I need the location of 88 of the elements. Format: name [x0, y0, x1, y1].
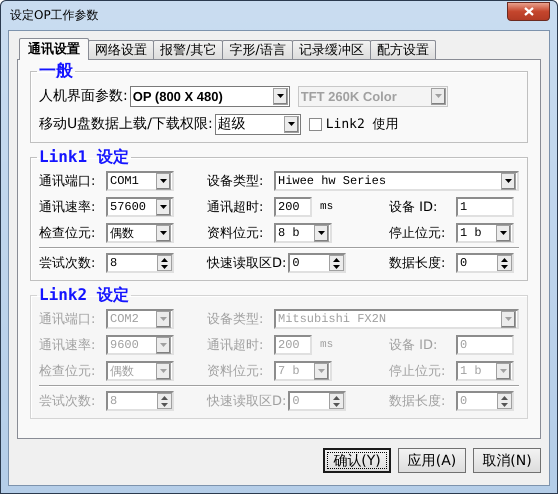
field-label: 通讯端口: [39, 311, 96, 328]
spin-button[interactable] [329, 255, 344, 271]
caret-icon [500, 231, 507, 235]
group-title: Link2 设定 [38, 286, 130, 304]
spin-field[interactable]: 0 [456, 253, 514, 273]
field-label: 停止位元: [389, 225, 446, 242]
caret-icon [160, 369, 167, 373]
spin-button[interactable] [497, 255, 512, 271]
caret-icon [276, 94, 284, 98]
dropdown-button[interactable] [156, 172, 171, 190]
tab[interactable]: 报警/其它 [153, 40, 224, 59]
field-label: 设备 ID: [389, 337, 438, 354]
dropdown[interactable]: 8 b [274, 223, 332, 243]
dropdown[interactable]: 超级 [214, 114, 301, 134]
up-down-arrows-icon [161, 396, 168, 406]
dropdown-button[interactable] [501, 172, 516, 190]
tab[interactable]: 字形/语言 [222, 40, 293, 59]
caret-icon [318, 231, 325, 235]
close-button[interactable] [507, 2, 550, 21]
caret-icon [160, 231, 167, 235]
field-label: 通讯端口: [39, 173, 96, 190]
up-down-arrows-icon [333, 396, 340, 406]
up-down-arrows-icon [333, 258, 340, 268]
field-label: 通讯超时: [207, 199, 264, 216]
dropdown-button[interactable] [496, 224, 511, 242]
field-label: 移动U盘数据上载/下载权限: [39, 115, 213, 133]
field-label: 数据长度: [389, 255, 446, 272]
dropdown[interactable]: OP (800 X 480) [130, 86, 290, 106]
field-label: 设备类型: [207, 311, 264, 328]
tab[interactable]: 记录缓冲区 [292, 40, 371, 59]
dropdown-button[interactable] [284, 116, 299, 132]
tab[interactable]: 通讯设置 [19, 38, 89, 60]
field-label: 检查位元: [39, 363, 96, 380]
caret-icon [288, 122, 295, 126]
caret-icon [160, 343, 167, 347]
caret-icon [505, 317, 512, 321]
spin-button[interactable] [157, 255, 172, 271]
dropdown[interactable]: Hiwee hw Series [274, 171, 519, 191]
field-label: 通讯超时: [207, 337, 264, 354]
group-title: Link1 设定 [38, 148, 130, 166]
field-label: 快速读取区D: [207, 393, 286, 410]
field-label: 资料位元: [207, 225, 264, 242]
field-label: 通讯速率: [39, 337, 96, 354]
input-field[interactable]: 200 [274, 197, 312, 217]
window-title: 设定OP工作参数 [9, 7, 99, 24]
caret-icon [434, 94, 442, 98]
close-icon [524, 7, 534, 16]
up-down-arrows-icon [501, 396, 508, 406]
dialog-button[interactable]: 确认(Y) [323, 448, 391, 473]
field-label: 资料位元: [207, 363, 264, 380]
spin-field[interactable]: 8 [106, 253, 174, 273]
checkbox[interactable] [308, 118, 322, 130]
unit-label: ms [320, 339, 334, 351]
dropdown-button[interactable] [272, 88, 288, 104]
dropdown-button[interactable] [156, 198, 171, 216]
up-down-arrows-icon [501, 258, 508, 268]
caret-icon [318, 369, 325, 373]
field-label: 停止位元: [389, 363, 446, 380]
up-down-arrows-icon [161, 258, 168, 268]
tab[interactable]: 网络设置 [88, 40, 154, 59]
field-label: 尝试次数: [39, 255, 96, 272]
field-label: 尝试次数: [39, 393, 96, 410]
field-label: 快速读取区D: [207, 255, 286, 272]
dropdown[interactable]: COM1 [106, 171, 174, 191]
dialog-button[interactable]: 应用(A) [398, 448, 466, 473]
dropdown-button[interactable] [156, 224, 171, 242]
group-title: 一般 [38, 62, 74, 80]
caret-icon [505, 179, 512, 183]
field-label: 通讯速率: [39, 199, 96, 216]
caret-icon [160, 205, 167, 209]
input-field[interactable]: 1 [456, 197, 514, 217]
caret-icon [160, 317, 167, 321]
caret-icon [160, 179, 167, 183]
unit-label: ms [320, 201, 334, 213]
field-label: 设备 ID: [389, 199, 438, 216]
tab[interactable]: 配方设置 [370, 40, 436, 59]
field-label: 人机界面参数: [39, 87, 128, 105]
field-label: 数据长度: [389, 393, 446, 410]
field-label: 检查位元: [39, 225, 96, 242]
caret-icon [500, 369, 507, 373]
dropdown[interactable]: 偶数 [106, 223, 174, 243]
spin-field[interactable]: 0 [288, 253, 346, 273]
dropdown[interactable]: 1 b [456, 223, 514, 243]
dialog-button[interactable]: 取消(N) [473, 448, 541, 473]
field-label: 设备类型: [207, 173, 264, 190]
checkbox-option[interactable]: Link2 使用 [308, 115, 399, 133]
dropdown[interactable]: 57600 [106, 197, 174, 217]
dropdown-button[interactable] [314, 224, 329, 242]
